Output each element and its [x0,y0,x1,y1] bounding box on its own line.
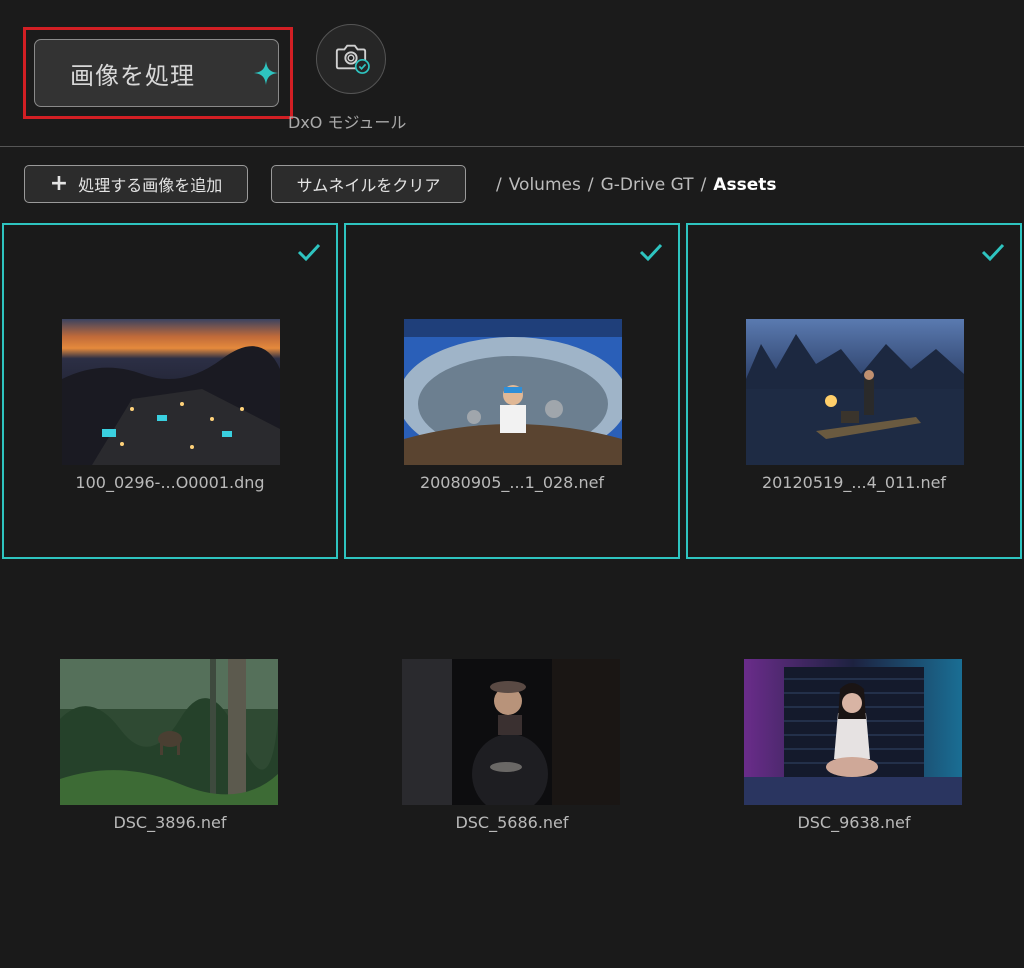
breadcrumb: / Volumes / G-Drive GT / Assets [496,175,777,195]
thumbnail-image [60,659,278,805]
breadcrumb-assets: Assets [713,175,777,195]
process-images-label: 画像を処理 [70,61,195,90]
thumbnail-item[interactable]: DSC_3896.nef [2,565,338,901]
dxo-module-button[interactable] [316,24,386,94]
camera-check-icon [332,40,370,78]
sparkle-icon [253,60,279,86]
toolbar: + 処理する画像を追加 サムネイルをクリア / Volumes / G-Drive G… [0,147,1024,220]
thumbnail-item[interactable]: DSC_5686.nef [344,565,680,901]
checkmark-icon [296,241,322,263]
thumbnail-filename: DSC_9638.nef [797,813,911,832]
breadcrumb-volumes[interactable]: Volumes [509,175,581,195]
thumbnail-filename: 20080905_...1_028.nef [419,473,605,492]
process-images-button[interactable]: 画像を処理 [34,39,279,107]
thumbnail-item[interactable]: 20080905_...1_028.nef [344,223,680,559]
plus-icon: + [49,170,69,196]
thumbnail-item[interactable]: 20120519_...4_011.nef [686,223,1022,559]
checkmark-icon [980,241,1006,263]
add-images-label: 処理する画像を追加 [78,176,223,195]
dxo-module-label: DxO モジュール [288,113,407,132]
add-images-button[interactable]: + 処理する画像を追加 [24,165,248,203]
thumbnail-filename: 20120519_...4_011.nef [761,473,947,492]
breadcrumb-g-drive[interactable]: G-Drive GT [601,175,694,195]
thumbnail-grid: 100_0296-...O0001.dng 20080905_...1_028.… [0,220,1024,968]
thumbnail-item[interactable]: DSC_9638.nef [686,565,1022,901]
thumbnail-image [402,659,620,805]
thumbnail-item[interactable]: 100_0296-...O0001.dng [2,223,338,559]
clear-thumbnails-label: サムネイルをクリア [296,176,441,195]
thumbnail-filename: 100_0296-...O0001.dng [75,473,265,492]
thumbnail-image [62,319,280,465]
thumbnail-image [404,319,622,465]
thumbnail-image [744,659,962,805]
thumbnail-image [746,319,964,465]
thumbnail-filename: DSC_3896.nef [113,813,227,832]
checkmark-icon [638,241,664,263]
top-bar: 画像を処理 DxO モジュール [0,0,1024,146]
thumbnail-filename: DSC_5686.nef [455,813,569,832]
clear-thumbnails-button[interactable]: サムネイルをクリア [271,165,466,203]
